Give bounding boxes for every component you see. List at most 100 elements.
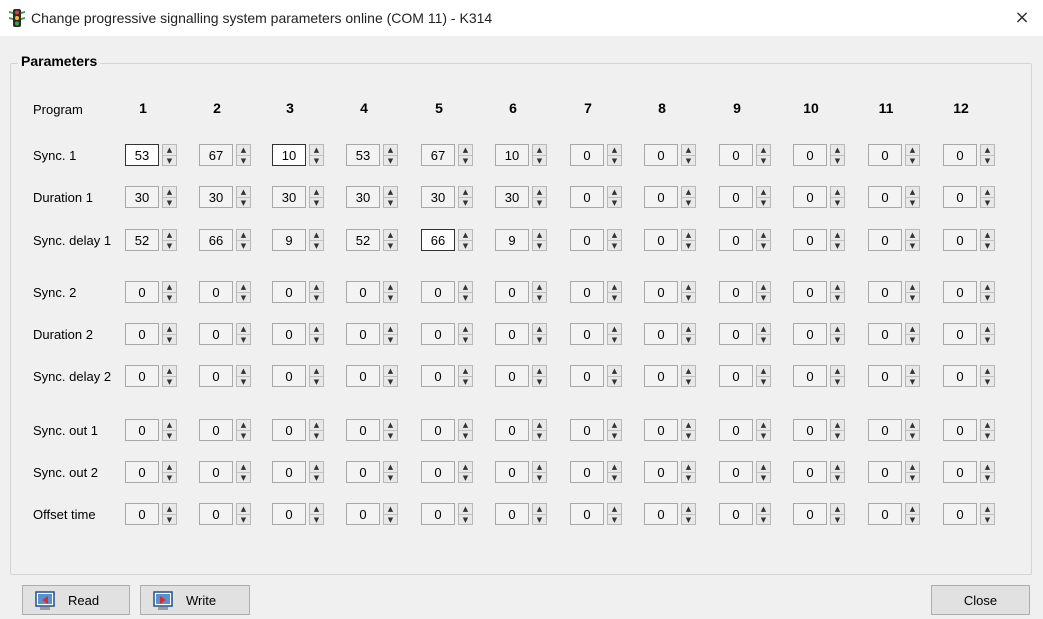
spin-up-icon[interactable]: ▲: [608, 145, 621, 155]
spin-down-icon[interactable]: ▼: [384, 334, 397, 345]
value-input[interactable]: [644, 503, 678, 525]
value-input[interactable]: [272, 503, 306, 525]
spin-up-icon[interactable]: ▲: [163, 366, 176, 376]
spin-up-icon[interactable]: ▲: [831, 230, 844, 240]
spin-up-icon[interactable]: ▲: [310, 282, 323, 292]
spin-down-icon[interactable]: ▼: [310, 240, 323, 251]
value-input[interactable]: [199, 323, 233, 345]
spin-up-icon[interactable]: ▲: [906, 504, 919, 514]
value-input[interactable]: [719, 281, 753, 303]
value-input[interactable]: [943, 461, 977, 483]
spin-down-icon[interactable]: ▼: [459, 334, 472, 345]
spin-down-icon[interactable]: ▼: [608, 240, 621, 251]
spin-down-icon[interactable]: ▼: [981, 376, 994, 387]
spin-up-icon[interactable]: ▲: [682, 324, 695, 334]
spin-up-icon[interactable]: ▲: [237, 504, 250, 514]
spin-up-icon[interactable]: ▲: [831, 282, 844, 292]
spin-down-icon[interactable]: ▼: [831, 155, 844, 166]
spin-up-icon[interactable]: ▲: [384, 230, 397, 240]
spin-up-icon[interactable]: ▲: [757, 187, 770, 197]
spin-up-icon[interactable]: ▲: [533, 324, 546, 334]
spin-down-icon[interactable]: ▼: [831, 334, 844, 345]
spin-up-icon[interactable]: ▲: [981, 366, 994, 376]
spin-down-icon[interactable]: ▼: [533, 376, 546, 387]
value-input[interactable]: [346, 503, 380, 525]
value-input[interactable]: [644, 323, 678, 345]
spin-up-icon[interactable]: ▲: [237, 187, 250, 197]
spin-down-icon[interactable]: ▼: [682, 472, 695, 483]
spin-up-icon[interactable]: ▲: [533, 504, 546, 514]
spin-down-icon[interactable]: ▼: [237, 240, 250, 251]
spin-up-icon[interactable]: ▲: [384, 366, 397, 376]
value-input[interactable]: [421, 186, 455, 208]
value-input[interactable]: [421, 323, 455, 345]
value-input[interactable]: [943, 281, 977, 303]
value-input[interactable]: [719, 229, 753, 251]
write-button[interactable]: Write: [140, 585, 250, 615]
value-input[interactable]: [421, 281, 455, 303]
spin-up-icon[interactable]: ▲: [310, 230, 323, 240]
spin-up-icon[interactable]: ▲: [906, 420, 919, 430]
value-input[interactable]: [644, 461, 678, 483]
value-input[interactable]: [868, 365, 902, 387]
value-input[interactable]: [793, 144, 827, 166]
value-input[interactable]: [421, 461, 455, 483]
value-input[interactable]: [943, 419, 977, 441]
value-input[interactable]: [868, 323, 902, 345]
spin-up-icon[interactable]: ▲: [237, 324, 250, 334]
spin-down-icon[interactable]: ▼: [906, 472, 919, 483]
value-input[interactable]: [346, 419, 380, 441]
spin-down-icon[interactable]: ▼: [163, 472, 176, 483]
value-input[interactable]: [346, 461, 380, 483]
value-input[interactable]: [943, 365, 977, 387]
spin-up-icon[interactable]: ▲: [459, 187, 472, 197]
spin-up-icon[interactable]: ▲: [757, 145, 770, 155]
spin-up-icon[interactable]: ▲: [310, 504, 323, 514]
value-input[interactable]: [199, 186, 233, 208]
value-input[interactable]: [570, 229, 604, 251]
spin-up-icon[interactable]: ▲: [533, 230, 546, 240]
spin-down-icon[interactable]: ▼: [757, 430, 770, 441]
value-input[interactable]: [199, 281, 233, 303]
spin-up-icon[interactable]: ▲: [384, 504, 397, 514]
value-input[interactable]: [495, 186, 529, 208]
spin-up-icon[interactable]: ▲: [682, 420, 695, 430]
value-input[interactable]: [868, 281, 902, 303]
spin-down-icon[interactable]: ▼: [757, 376, 770, 387]
value-input[interactable]: [495, 281, 529, 303]
spin-down-icon[interactable]: ▼: [310, 197, 323, 208]
spin-down-icon[interactable]: ▼: [682, 334, 695, 345]
spin-down-icon[interactable]: ▼: [831, 240, 844, 251]
spin-down-icon[interactable]: ▼: [310, 155, 323, 166]
spin-down-icon[interactable]: ▼: [981, 240, 994, 251]
spin-down-icon[interactable]: ▼: [533, 472, 546, 483]
value-input[interactable]: [199, 461, 233, 483]
value-input[interactable]: [943, 323, 977, 345]
spin-down-icon[interactable]: ▼: [459, 376, 472, 387]
spin-up-icon[interactable]: ▲: [459, 420, 472, 430]
value-input[interactable]: [570, 503, 604, 525]
spin-up-icon[interactable]: ▲: [310, 420, 323, 430]
value-input[interactable]: [868, 503, 902, 525]
spin-down-icon[interactable]: ▼: [682, 292, 695, 303]
spin-up-icon[interactable]: ▲: [163, 230, 176, 240]
value-input[interactable]: [719, 365, 753, 387]
spin-up-icon[interactable]: ▲: [682, 504, 695, 514]
spin-up-icon[interactable]: ▲: [237, 420, 250, 430]
spin-up-icon[interactable]: ▲: [906, 230, 919, 240]
spin-down-icon[interactable]: ▼: [237, 514, 250, 525]
value-input[interactable]: [125, 186, 159, 208]
spin-down-icon[interactable]: ▼: [384, 240, 397, 251]
spin-down-icon[interactable]: ▼: [608, 376, 621, 387]
value-input[interactable]: [346, 229, 380, 251]
spin-up-icon[interactable]: ▲: [682, 282, 695, 292]
spin-down-icon[interactable]: ▼: [533, 292, 546, 303]
spin-up-icon[interactable]: ▲: [310, 187, 323, 197]
value-input[interactable]: [272, 186, 306, 208]
spin-down-icon[interactable]: ▼: [310, 376, 323, 387]
spin-up-icon[interactable]: ▲: [981, 282, 994, 292]
spin-up-icon[interactable]: ▲: [459, 324, 472, 334]
spin-up-icon[interactable]: ▲: [533, 282, 546, 292]
value-input[interactable]: [570, 419, 604, 441]
value-input[interactable]: [644, 229, 678, 251]
